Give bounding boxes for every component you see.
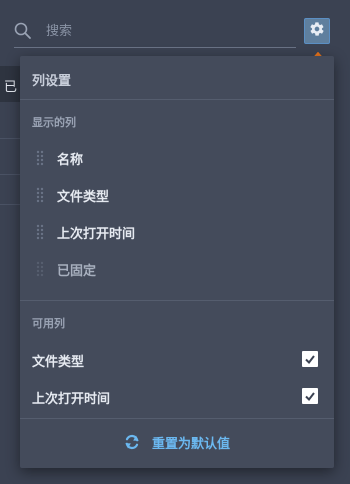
search-icon [14, 22, 32, 40]
drag-handle-icon [36, 261, 44, 277]
column-checkbox[interactable] [302, 388, 318, 404]
shown-column-item[interactable]: 上次打开时间 [20, 214, 334, 250]
search-underline [14, 47, 296, 48]
column-checkbox[interactable] [302, 351, 318, 367]
shown-column-item: 已固定 [20, 251, 334, 287]
background-row [0, 102, 20, 139]
available-columns-label: 可用列 [32, 317, 65, 330]
column-settings-button[interactable] [304, 18, 330, 44]
shown-column-label: 文件类型 [57, 190, 110, 205]
gear-icon [309, 21, 325, 41]
column-settings-panel: 列设置 显示的列 名称 文件类型 上次打开时间 已固定 可用列 文件类型 上次打… [20, 56, 334, 468]
divider [20, 300, 334, 301]
divider [20, 418, 334, 419]
reset-defaults-label: 重置为默认值 [151, 436, 230, 452]
shown-column-item[interactable]: 名称 [20, 140, 334, 176]
divider [20, 99, 334, 100]
refresh-icon [124, 434, 140, 450]
drag-handle-icon[interactable] [36, 224, 44, 240]
available-column-item[interactable]: 文件类型 [20, 342, 334, 378]
check-icon [305, 392, 315, 402]
search-bar [0, 0, 350, 56]
available-column-label: 上次打开时间 [32, 392, 111, 407]
shown-column-label: 已固定 [57, 264, 97, 279]
reset-defaults-button[interactable]: 重置为默认值 [20, 422, 334, 462]
search-input[interactable] [46, 20, 286, 42]
shown-column-label: 上次打开时间 [57, 227, 136, 242]
background-row-text: 已 [4, 80, 18, 95]
panel-title: 列设置 [32, 74, 72, 89]
shown-column-label: 名称 [57, 153, 84, 168]
check-icon [305, 355, 315, 365]
drag-handle-icon[interactable] [36, 187, 44, 203]
shown-column-item[interactable]: 文件类型 [20, 177, 334, 213]
drag-handle-icon[interactable] [36, 150, 44, 166]
available-column-item[interactable]: 上次打开时间 [20, 379, 334, 415]
background-row [0, 168, 20, 205]
available-column-label: 文件类型 [32, 355, 85, 370]
shown-columns-label: 显示的列 [32, 116, 76, 129]
